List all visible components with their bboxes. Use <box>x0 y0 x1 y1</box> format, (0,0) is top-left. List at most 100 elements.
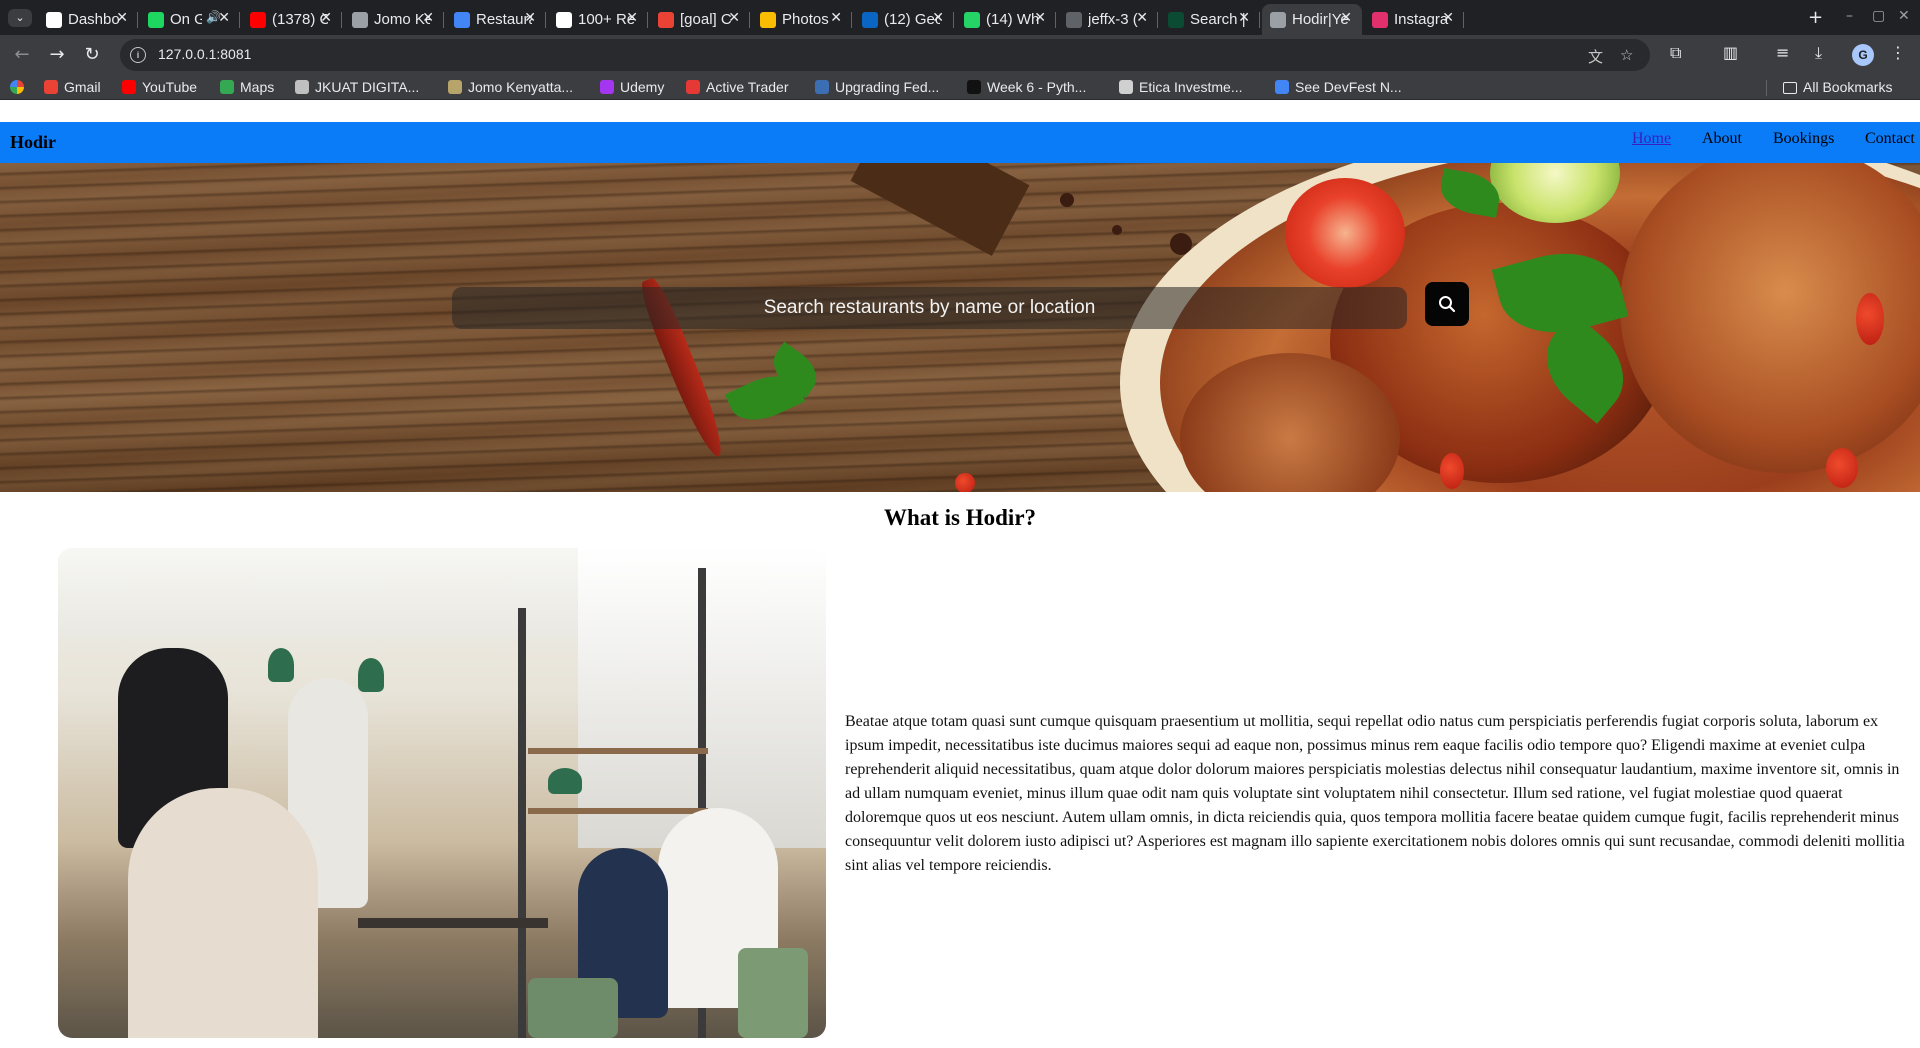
close-tab-icon[interactable]: ✕ <box>932 10 944 26</box>
back-button[interactable]: ← <box>10 43 34 67</box>
extensions-icon[interactable]: ⧉ <box>1670 43 1681 63</box>
close-tab-icon[interactable]: ✕ <box>830 10 842 26</box>
bookmark-item[interactable]: Etica Investme... <box>1119 79 1242 95</box>
translate-icon[interactable]: 文 <box>1588 46 1603 67</box>
close-tab-icon[interactable]: ✕ <box>1340 10 1352 26</box>
browser-tab[interactable]: Dashbo ✕ <box>38 4 138 35</box>
browser-menu-icon[interactable]: ⋮ <box>1890 43 1906 62</box>
bookmark-item[interactable]: Gmail <box>44 79 101 95</box>
apps-icon[interactable] <box>10 79 30 95</box>
browser-tab[interactable]: [goal] C ✕ <box>650 4 750 35</box>
maximize-window-button[interactable]: ▢ <box>1872 8 1885 24</box>
close-tab-icon[interactable]: ✕ <box>524 10 536 26</box>
media-control-icon[interactable]: ≡ <box>1776 43 1789 62</box>
google-photos-icon <box>760 12 776 28</box>
bookmark-item[interactable]: See DevFest N... <box>1275 79 1402 95</box>
browser-tab[interactable]: On G 🔊 ✕ <box>140 4 240 35</box>
instagram-icon <box>1372 12 1388 28</box>
bookmark-item[interactable]: JKUAT DIGITA... <box>295 79 419 95</box>
address-bar[interactable]: i 127.0.0.1:8081 文 ☆ <box>120 39 1650 71</box>
linkedin-icon <box>862 12 878 28</box>
new-tab-button[interactable]: + <box>1808 7 1823 28</box>
nav-contact-link[interactable]: Contact <box>1865 130 1915 148</box>
browser-tab[interactable]: (14) Wh ✕ <box>956 4 1056 35</box>
nav-home-link[interactable]: Home <box>1632 130 1671 148</box>
close-tab-icon[interactable]: ✕ <box>1034 10 1046 26</box>
tab-title: On G <box>170 11 202 28</box>
close-tab-icon[interactable]: ✕ <box>626 10 638 26</box>
reading-mode-icon[interactable]: ▥ <box>1723 43 1738 62</box>
nav-bookings-link[interactable]: Bookings <box>1773 130 1834 148</box>
bookmark-label: Maps <box>240 79 275 95</box>
bookmark-item[interactable]: Udemy <box>600 79 664 95</box>
browser-tab[interactable]: (1378) C ✕ <box>242 4 342 35</box>
bookmark-item[interactable]: Week 6 - Pyth... <box>967 79 1086 95</box>
devfest-icon <box>1275 80 1289 94</box>
jkuat-icon <box>295 80 309 94</box>
pendant-lamp-image <box>268 648 294 682</box>
close-tab-icon[interactable]: ✕ <box>116 10 128 26</box>
tab-search-button[interactable]: ⌄ <box>8 9 32 27</box>
close-tab-icon[interactable]: ✕ <box>218 10 230 26</box>
tab-separator <box>851 12 852 28</box>
chili-slice-image <box>1826 448 1858 488</box>
profile-avatar[interactable]: G <box>1852 44 1874 66</box>
browser-tab[interactable]: Instagra ✕ <box>1364 4 1464 35</box>
x-icon <box>967 80 981 94</box>
tab-separator <box>443 12 444 28</box>
browser-toolbar: ← → ↻ i 127.0.0.1:8081 文 ☆ ⧉ ▥ ≡ ⤓ G ⋮ <box>0 35 1920 75</box>
bookmark-item[interactable]: YouTube <box>122 79 197 95</box>
bookmark-label: JKUAT DIGITA... <box>315 79 420 95</box>
site-brand[interactable]: Hodir <box>10 132 56 153</box>
nav-about-link[interactable]: About <box>1702 130 1742 148</box>
table-image <box>358 918 548 928</box>
about-heading: What is Hodir? <box>883 505 1037 530</box>
reload-button[interactable]: ↻ <box>80 43 104 67</box>
close-tab-icon[interactable]: ✕ <box>320 10 332 26</box>
search-button[interactable] <box>1425 282 1469 326</box>
site-info-icon[interactable]: i <box>130 47 146 63</box>
folder-icon <box>1783 82 1797 94</box>
bookmarks-bar: Gmail YouTube Maps JKUAT DIGITA... Jomo Keny… <box>0 75 1920 100</box>
bookmark-label: Udemy <box>620 79 665 95</box>
youtube-icon <box>250 12 266 28</box>
forward-button[interactable]: → <box>45 43 69 67</box>
pendant-lamp-image <box>358 658 384 692</box>
url-text[interactable]: 127.0.0.1:8081 <box>158 46 251 62</box>
fedora-icon <box>815 80 829 94</box>
browser-tab[interactable]: jeffx-3 (✕ <box>1058 4 1158 35</box>
search-icon <box>1439 296 1456 313</box>
chili-slice-image <box>1856 293 1884 345</box>
search-input[interactable] <box>452 287 1407 329</box>
minimize-window-button[interactable]: – <box>1846 8 1853 24</box>
bookmark-item[interactable]: Maps <box>220 79 274 95</box>
bookmark-label: Week 6 - Pyth... <box>987 79 1087 95</box>
tab-separator <box>1463 12 1464 28</box>
bookmark-item[interactable]: Active Trader <box>686 79 788 95</box>
close-window-button[interactable]: ✕ <box>1898 8 1910 24</box>
browser-tab[interactable]: 100+ Re ✕ <box>548 4 648 35</box>
close-tab-icon[interactable]: ✕ <box>728 10 740 26</box>
all-bookmarks-folder[interactable]: All Bookmarks <box>1783 79 1892 95</box>
close-tab-icon[interactable]: ✕ <box>422 10 434 26</box>
etica-icon <box>1119 80 1133 94</box>
site-navbar: Hodir Home About Bookings Contact <box>0 122 1920 163</box>
bookmark-star-icon[interactable]: ☆ <box>1620 46 1633 64</box>
browser-tab[interactable]: Hodir|Ye ✕ <box>1262 4 1362 35</box>
bookmark-item[interactable]: Jomo Kenyatta... <box>448 79 573 95</box>
bookmark-item[interactable]: Upgrading Fed... <box>815 79 939 95</box>
close-tab-icon[interactable]: ✕ <box>1238 10 1250 26</box>
tab-separator <box>647 12 648 28</box>
browser-tab[interactable]: Jomo Ke ✕ <box>344 4 444 35</box>
browser-tab[interactable]: Photos ✕ <box>752 4 852 35</box>
bookmark-label: Gmail <box>64 79 101 95</box>
browser-tab[interactable]: Restaura ✕ <box>446 4 546 35</box>
close-tab-icon[interactable]: ✕ <box>1136 10 1148 26</box>
browser-tab[interactable]: Search | ✕ <box>1160 4 1260 35</box>
forms-icon <box>454 12 470 28</box>
unsplash-icon <box>556 12 572 28</box>
browser-tab[interactable]: (12) Geo ✕ <box>854 4 954 35</box>
github-icon <box>46 12 62 28</box>
close-tab-icon[interactable]: ✕ <box>1442 10 1454 26</box>
download-icon[interactable]: ⤓ <box>1815 43 1822 63</box>
